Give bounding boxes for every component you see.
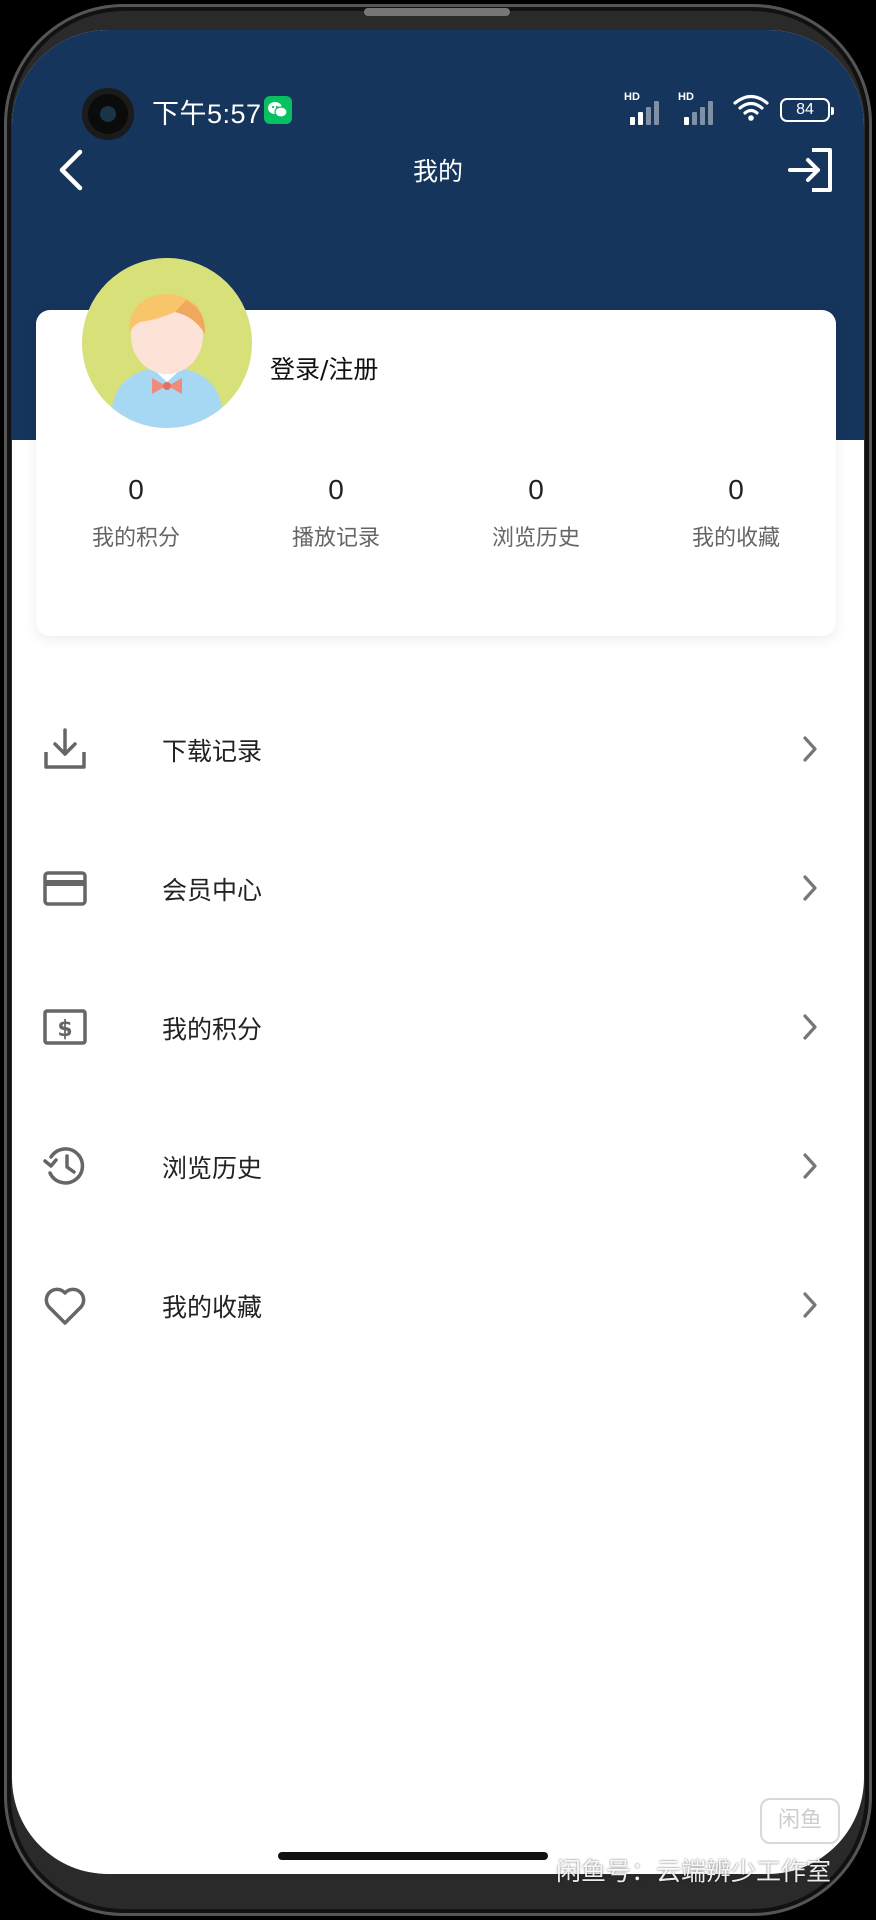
logout-button[interactable] <box>786 144 838 196</box>
status-time: 下午5:57 <box>152 99 262 129</box>
menu-label: 我的收藏 <box>162 1293 263 1322</box>
menu-item-downloads[interactable]: 下载记录 <box>12 680 864 819</box>
watermark-logo: 闲鱼 <box>760 1798 840 1844</box>
stat-favorites[interactable]: 0 我的收藏 <box>636 470 836 552</box>
chevron-right-icon <box>803 875 817 901</box>
chevron-right-icon <box>803 736 817 762</box>
avatar-image <box>82 258 252 428</box>
download-icon <box>44 728 86 769</box>
stat-browse-history[interactable]: 0 浏览历史 <box>436 470 636 552</box>
earpiece-speaker <box>364 8 510 16</box>
menu-label: 我的积分 <box>162 1015 263 1044</box>
wifi-icon <box>732 93 770 127</box>
menu-label: 下载记录 <box>162 737 263 766</box>
stat-value: 0 <box>128 474 144 505</box>
page-title: 我的 <box>412 157 463 186</box>
menu-label: 浏览历史 <box>162 1154 263 1183</box>
points-icon: $ <box>43 1009 87 1045</box>
menu-item-browse-history[interactable]: 浏览历史 <box>12 1097 864 1236</box>
signal-icon: HD <box>678 91 722 125</box>
menu-item-favorites[interactable]: 我的收藏 <box>12 1236 864 1375</box>
stat-value: 0 <box>328 474 344 505</box>
home-indicator[interactable] <box>278 1852 548 1860</box>
stat-label: 我的收藏 <box>691 526 780 551</box>
chevron-right-icon <box>803 1153 817 1179</box>
stat-label: 我的积分 <box>91 526 180 551</box>
menu-item-membership[interactable]: 会员中心 <box>12 819 864 958</box>
stat-value: 0 <box>728 474 744 505</box>
avatar[interactable] <box>82 258 252 428</box>
menu-list: 下载记录 会员中心 $ 我的积分 浏览历史 我的收藏 <box>12 680 864 1375</box>
stat-value: 0 <box>528 474 544 505</box>
chevron-right-icon <box>803 1014 817 1040</box>
logout-icon <box>788 148 832 192</box>
menu-item-points[interactable]: $ 我的积分 <box>12 958 864 1097</box>
profile-stats: 0 我的积分 0 播放记录 0 浏览历史 0 我的收藏 <box>36 470 836 552</box>
wechat-icon <box>264 96 292 124</box>
menu-label: 会员中心 <box>162 876 263 905</box>
svg-text:$: $ <box>57 1017 72 1042</box>
nav-bar: 我的 <box>12 130 864 210</box>
stat-label: 浏览历史 <box>491 526 580 551</box>
history-icon <box>43 1147 85 1185</box>
signal-icon: HD <box>624 91 668 125</box>
phone-device: 下午5:57 HD HD 84 我的 登录/注册 0 我的积分 0 播放记录 0… <box>0 0 876 1920</box>
battery-icon: 84 <box>780 98 834 122</box>
card-icon <box>43 871 87 906</box>
battery-level: 84 <box>796 101 814 118</box>
chevron-right-icon <box>803 1292 817 1318</box>
watermark-text: 闲鱼号：云端辨少工作室 <box>556 1857 832 1886</box>
stat-label: 播放记录 <box>291 526 380 551</box>
login-register-link[interactable]: 登录/注册 <box>270 350 378 386</box>
heart-icon <box>44 1287 86 1325</box>
app-screen: 下午5:57 HD HD 84 我的 登录/注册 0 我的积分 0 播放记录 0… <box>12 30 864 1874</box>
stat-points[interactable]: 0 我的积分 <box>36 470 236 552</box>
status-indicators: HD HD 84 <box>624 91 834 127</box>
stat-play-history[interactable]: 0 播放记录 <box>236 470 436 552</box>
status-bar: 下午5:57 HD HD 84 <box>12 60 864 140</box>
